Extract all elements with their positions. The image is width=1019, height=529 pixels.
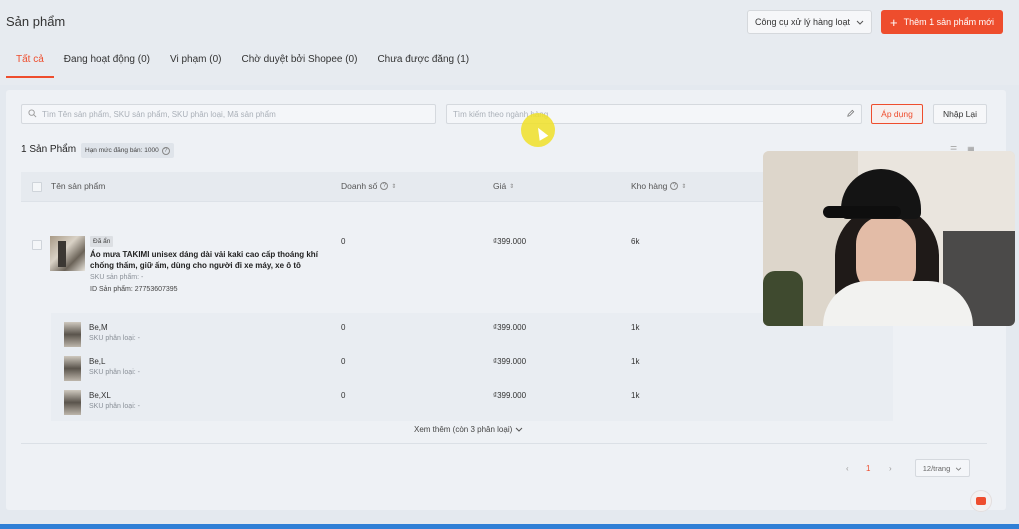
sort-icon: ⇕ — [509, 183, 515, 190]
category-search-input[interactable] — [453, 109, 841, 119]
product-checkbox[interactable] — [32, 240, 42, 250]
bulk-tools-dropdown[interactable]: Công cụ xử lý hàng loạt — [747, 10, 872, 34]
variant-list — [51, 313, 893, 421]
taskbar-strip — [0, 524, 1019, 529]
status-tabs: Tất cả Đang hoạt động (0) Vi phạm (0) Ch… — [6, 50, 479, 78]
see-more-label: Xem thêm (còn 3 phân loại) — [414, 425, 513, 434]
variant-thumbnail — [64, 322, 81, 347]
product-stock: 6k — [631, 237, 640, 246]
product-thumbnail[interactable] — [50, 236, 85, 271]
pencil-icon[interactable] — [846, 109, 855, 120]
plus-icon: + — [889, 14, 898, 30]
column-price-label: Giá — [493, 181, 507, 191]
help-icon: ? — [670, 182, 679, 190]
status-badge: Đã ẩn — [90, 236, 114, 247]
bulk-tools-label: Công cụ xử lý hàng loạt — [754, 17, 851, 27]
help-icon: ? — [380, 182, 389, 190]
variant-name: Be,XL — [89, 391, 111, 400]
variant-thumbnail — [64, 390, 81, 415]
variant-sales: 0 — [341, 323, 346, 332]
prev-page-button[interactable]: ‹ — [846, 464, 849, 473]
page-title: Sản phẩm — [6, 14, 66, 29]
apply-button[interactable]: Áp dụng — [871, 104, 923, 124]
variant-price: ₫399.000 — [493, 391, 527, 400]
variant-stock: 1k — [631, 323, 640, 332]
variant-name: Be,L — [89, 357, 106, 366]
category-search-box — [446, 104, 862, 124]
product-count: 1 Sản Phẩm — [21, 144, 77, 155]
product-id: ID Sản phẩm: 27753607395 — [90, 286, 178, 293]
product-price: ₫399.000 — [493, 237, 527, 246]
variant-sales: 0 — [341, 357, 346, 366]
chat-button[interactable] — [970, 490, 992, 512]
tab-all[interactable]: Tất cả — [6, 50, 54, 78]
variant-price: ₫399.000 — [493, 357, 527, 366]
webcam-overlay — [763, 151, 1015, 326]
product-sales: 0 — [341, 237, 346, 246]
column-sales[interactable]: Doanh số ? ⇕ — [341, 181, 396, 191]
product-name[interactable]: Áo mưa TAKIMI unisex dáng dài vải kaki c… — [90, 249, 335, 271]
tab-pending-review[interactable]: Chờ duyệt bởi Shopee (0) — [231, 50, 367, 78]
chevron-down-icon — [515, 425, 523, 434]
variant-sku: SKU phân loại: - — [89, 403, 140, 410]
page-number[interactable]: 1 — [866, 464, 870, 473]
listing-limit-badge: Hạn mức đăng bán: 1000 ? — [81, 143, 174, 158]
variant-sales: 0 — [341, 391, 346, 400]
add-product-button[interactable]: + Thêm 1 sản phẩm mới — [881, 10, 1003, 34]
next-page-button[interactable]: › — [889, 464, 892, 473]
variant-thumbnail — [64, 356, 81, 381]
add-product-label: Thêm 1 sản phẩm mới — [903, 17, 995, 27]
variant-stock: 1k — [631, 357, 640, 366]
select-all-checkbox[interactable] — [32, 182, 42, 192]
sort-icon: ⇕ — [681, 183, 687, 190]
product-sku: SKU sản phẩm: - — [90, 274, 144, 281]
search-box — [21, 104, 436, 124]
help-icon[interactable]: ? — [161, 146, 170, 155]
search-icon — [28, 108, 37, 120]
column-name: Tên sản phẩm — [51, 181, 105, 191]
variant-stock: 1k — [631, 391, 640, 400]
column-sales-label: Doanh số — [341, 181, 378, 191]
chat-icon — [976, 497, 986, 505]
chevron-down-icon — [856, 17, 864, 27]
reset-button[interactable]: Nhập Lại — [933, 104, 987, 124]
search-input[interactable] — [42, 109, 435, 119]
variant-sku: SKU phân loại: - — [89, 335, 140, 342]
variant-name: Be,M — [89, 323, 108, 332]
variant-price: ₫399.000 — [493, 323, 527, 332]
listing-limit-label: Hạn mức đăng bán: 1000 — [85, 147, 159, 154]
per-page-select[interactable]: 12/trang — [915, 459, 970, 477]
see-more-variants[interactable]: Xem thêm (còn 3 phân loại) — [414, 425, 523, 434]
chevron-down-icon — [955, 464, 962, 473]
per-page-label: 12/trang — [922, 463, 951, 473]
tab-violation[interactable]: Vi phạm (0) — [160, 50, 232, 78]
tab-active[interactable]: Đang hoạt động (0) — [54, 50, 160, 78]
variant-sku: SKU phân loại: - — [89, 369, 140, 376]
column-stock-label: Kho hàng — [631, 181, 668, 191]
column-stock[interactable]: Kho hàng ? ⇕ — [631, 181, 686, 191]
sort-icon: ⇕ — [391, 183, 397, 190]
column-price[interactable]: Giá ⇕ — [493, 181, 514, 191]
column-name-label: Tên sản phẩm — [51, 181, 106, 191]
tab-unpublished[interactable]: Chưa được đăng (1) — [367, 50, 479, 78]
divider — [21, 443, 987, 444]
